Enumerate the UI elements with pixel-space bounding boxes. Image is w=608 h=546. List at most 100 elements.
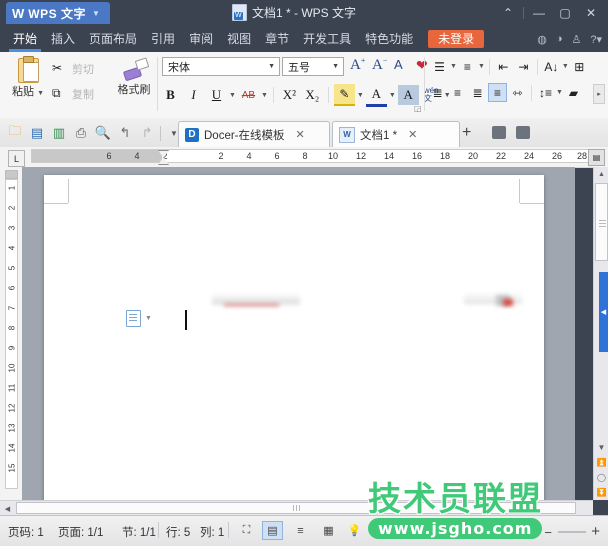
line-spacing-icon[interactable]: ↕≡ <box>536 83 555 102</box>
align-left-icon[interactable]: ≣ <box>428 83 447 102</box>
new-tab-button[interactable]: + <box>462 124 471 142</box>
horizontal-scroll-thumb[interactable] <box>16 502 576 514</box>
cut-button[interactable]: ✂ 剪切 <box>52 56 110 81</box>
chevron-down-icon[interactable]: ▼ <box>145 315 152 322</box>
sort-icon[interactable]: A↓ <box>542 57 561 76</box>
align-justify-icon[interactable]: ≡ <box>488 83 507 102</box>
chevron-down-icon[interactable]: ▼ <box>556 89 563 96</box>
help-icon[interactable]: ?▾ <box>590 33 602 46</box>
skin-icon[interactable]: ♙ <box>571 33 581 46</box>
previous-page-icon[interactable]: ⏫ <box>594 455 608 470</box>
chevron-down-icon[interactable]: ▼ <box>37 90 44 97</box>
next-page-icon[interactable]: ⏬ <box>594 485 608 500</box>
chevron-down-icon[interactable]: ▼ <box>92 9 100 18</box>
wps-product-tab[interactable]: W WPS 文字 ▼ <box>6 2 110 24</box>
scroll-left-icon[interactable]: ◀ <box>0 501 15 516</box>
decrease-indent-icon[interactable]: ⇤ <box>494 57 513 76</box>
character-shading-button[interactable]: A <box>398 85 419 105</box>
strikethrough-button[interactable]: AB <box>238 85 259 105</box>
maximize-icon[interactable]: ▢ <box>552 0 578 26</box>
chevron-down-icon[interactable]: ▼ <box>364 521 385 540</box>
document-page[interactable]: ▼ <box>44 175 544 500</box>
undo-icon[interactable]: ↰ <box>114 123 136 143</box>
chevron-down-icon[interactable]: ▼ <box>229 92 236 99</box>
chevron-down-icon[interactable]: ▼ <box>357 92 364 99</box>
highlight-button[interactable]: ✎ <box>334 84 355 106</box>
web-view-button[interactable]: ▦ <box>318 521 339 540</box>
vertical-scroll-thumb[interactable] <box>595 183 608 261</box>
tips-button[interactable]: 💡 <box>344 521 365 540</box>
menu-item-start[interactable]: 开始 <box>6 26 44 52</box>
superscript-button[interactable]: X² <box>279 85 300 105</box>
font-dialog-launcher[interactable]: ◲ <box>414 104 422 113</box>
zoom-out-button[interactable]: − <box>544 525 552 540</box>
align-right-icon[interactable]: ≣ <box>468 83 487 102</box>
redo-icon[interactable]: ↱ <box>136 123 158 143</box>
tab-docer-template[interactable]: D Docer-在线模板 ✕ <box>178 121 330 147</box>
print-preview-icon[interactable]: 🔍 <box>92 123 114 143</box>
select-browse-object-icon[interactable]: ◯ <box>594 470 608 485</box>
decrease-font-size-button[interactable]: A− <box>372 56 387 74</box>
menu-item-developer[interactable]: 开发工具 <box>296 26 358 52</box>
export-pdf-icon[interactable]: ▥ <box>48 123 70 143</box>
page-view-button[interactable]: ▤ <box>262 521 283 540</box>
tab-options-icon[interactable] <box>516 126 530 139</box>
chevron-down-icon[interactable]: ▼ <box>389 92 396 99</box>
paste-button[interactable]: 粘贴 ▼ <box>8 56 48 99</box>
menu-item-references[interactable]: 引用 <box>144 26 182 52</box>
page-setup-icon[interactable]: ▤ <box>588 149 605 166</box>
scroll-down-icon[interactable]: ▼ <box>594 440 608 455</box>
sync-icon[interactable]: ◑ <box>556 33 563 45</box>
login-button[interactable]: 未登录 <box>428 30 484 48</box>
shading-icon[interactable]: ▰ <box>564 83 583 102</box>
numbering-icon[interactable]: ≡ <box>458 57 477 76</box>
tab-stop-selector[interactable]: L <box>8 150 25 167</box>
menu-item-insert[interactable]: 插入 <box>44 26 82 52</box>
zoom-slider[interactable] <box>558 531 586 533</box>
outline-view-button[interactable]: ≡ <box>290 521 311 540</box>
subscript-button[interactable]: X₂ <box>302 85 323 105</box>
history-icon[interactable] <box>492 126 506 139</box>
font-name-combo[interactable]: 宋体 ▼ <box>162 57 280 76</box>
chevron-down-icon[interactable]: ▼ <box>562 63 569 70</box>
increase-indent-icon[interactable]: ⇥ <box>514 57 533 76</box>
favorite-style-icon[interactable]: ❤ <box>416 57 428 74</box>
distribute-icon[interactable]: ⇿ <box>508 83 527 102</box>
borders-icon[interactable]: ⊞ <box>570 57 589 76</box>
menu-item-view[interactable]: 视图 <box>220 26 258 52</box>
horizontal-ruler-strip[interactable]: 6 4 2 2 4 6 8 10 12 14 16 18 20 22 24 26… <box>31 149 591 163</box>
menu-item-review[interactable]: 审阅 <box>182 26 220 52</box>
menu-item-chapter[interactable]: 章节 <box>258 26 296 52</box>
chevron-down-icon[interactable]: ▼ <box>450 63 457 70</box>
minimize-icon[interactable]: — <box>526 0 552 26</box>
full-screen-view-button[interactable]: ⛶ <box>236 521 257 540</box>
open-icon[interactable]: 🗀 <box>4 123 26 143</box>
clear-formatting-button[interactable]: A <box>394 57 403 72</box>
copy-button[interactable]: ⧉ 复制 <box>52 81 110 106</box>
close-icon[interactable]: ✕ <box>578 0 604 26</box>
font-color-button[interactable]: A <box>366 84 387 107</box>
chevron-down-icon[interactable]: ▼ <box>478 63 485 70</box>
chevron-down-icon[interactable]: ▼ <box>268 63 275 70</box>
paste-options-button[interactable]: ▼ <box>126 310 152 327</box>
underline-button[interactable]: U <box>206 85 227 105</box>
menu-item-page-layout[interactable]: 页面布局 <box>82 26 144 52</box>
close-icon[interactable]: ✕ <box>296 128 305 141</box>
document-canvas[interactable]: ▼ <box>22 167 575 500</box>
sidebar-toggle-tab[interactable]: ◀ <box>599 272 608 352</box>
increase-font-size-button[interactable]: A+ <box>350 56 365 74</box>
italic-button[interactable]: I <box>183 85 204 105</box>
bullets-icon[interactable]: ☰ <box>430 57 449 76</box>
chevron-down-icon[interactable]: ▼ <box>261 92 268 99</box>
globe-icon[interactable]: ◍ <box>537 33 547 46</box>
menu-item-features[interactable]: 特色功能 <box>358 26 420 52</box>
scroll-up-icon[interactable]: ▲ <box>594 167 608 182</box>
vertical-ruler-strip[interactable]: 1 2 3 4 5 6 7 8 9 10 11 12 13 14 15 <box>5 179 18 489</box>
close-icon[interactable]: ✕ <box>408 128 417 141</box>
ribbon-expand-button[interactable]: ▸ <box>593 84 605 104</box>
print-icon[interactable]: ⎙ <box>70 123 92 143</box>
collapse-ribbon-icon[interactable]: ⌃ <box>495 0 521 26</box>
horizontal-scrollbar[interactable]: ◀ <box>0 500 593 515</box>
save-icon[interactable]: ▤ <box>26 123 48 143</box>
format-painter-button[interactable]: 格式刷 <box>112 56 156 97</box>
